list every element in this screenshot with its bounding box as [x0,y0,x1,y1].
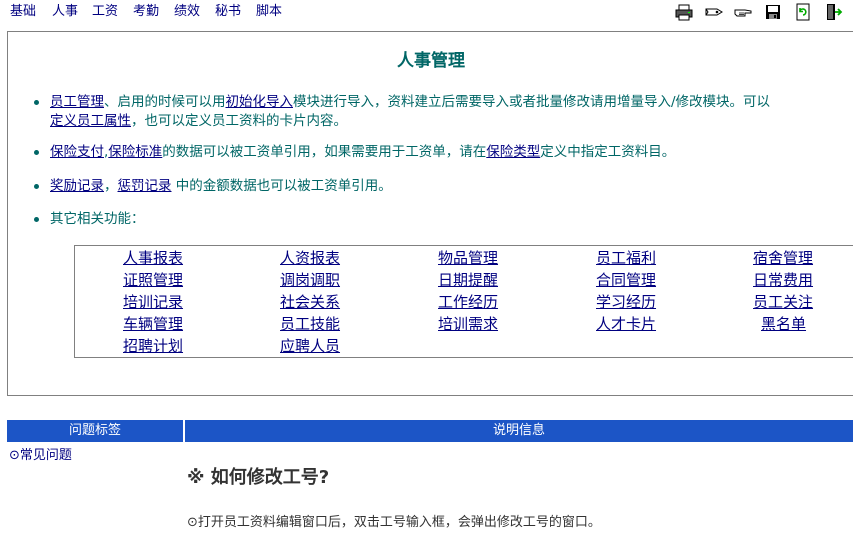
question-tag-header: 问题标签 [68,423,121,438]
bullet-2-text-b: 的数据可以被工资单引用，如果需要用于工资单，请在 [162,144,487,160]
function-link[interactable]: 员工技能 [280,313,340,335]
function-link[interactable]: 培训需求 [438,313,498,335]
related-functions-label: 其它相关功能： [50,211,145,227]
function-link[interactable]: 员工关注 [753,291,813,313]
insurance-type-link[interactable]: 保险类型 [486,144,540,160]
bullet-dot-icon [34,150,39,155]
define-employee-attributes-link[interactable]: 定义员工属性 [50,113,131,129]
page-title: 人事管理 [397,51,465,71]
function-link[interactable]: 宿舍管理 [753,247,813,269]
function-link[interactable]: 日期提醒 [438,269,498,291]
bullet-1-text-c: ，也可以定义员工资料的卡片内容。 [131,113,347,129]
function-link[interactable]: 人事报表 [123,247,183,269]
reward-record-link[interactable]: 奖励记录 [50,178,104,194]
initial-import-link[interactable]: 初始化导入 [226,94,294,110]
function-link[interactable]: 合同管理 [596,269,656,291]
function-link[interactable]: 黑名单 [761,313,806,335]
description-header: 说明信息 [492,423,545,438]
function-link[interactable]: 社会关系 [280,291,340,313]
hand-pointer-icon[interactable] [733,2,753,22]
personnel-management-panel: 人事管理 员工管理、启用的时候可以用初始化导入模块进行导入，资料建立后需要导入或… [7,31,853,396]
function-link[interactable]: 工作经历 [438,291,498,313]
menu-attendance[interactable]: 考勤 [133,3,159,21]
refresh-icon[interactable] [793,2,813,22]
related-functions-table: 人事报表 人资报表 物品管理 员工福利 宿舍管理 证照管理 调岗调职 日期提醒 … [74,245,853,358]
menu-script[interactable]: 脚本 [256,3,282,21]
bullet-1-text-b: 模块进行导入，资料建立后需要导入或者批量修改请用增量导入/修改模块。可以 [293,94,771,110]
function-link[interactable]: 调岗调职 [280,269,340,291]
function-link[interactable]: 人才卡片 [596,313,656,335]
bullet-3-text-b: 中的金额数据也可以被工资单引用。 [171,178,392,194]
faq-question-title: ※ 如何修改工号? [187,467,330,488]
insurance-payment-link[interactable]: 保险支付 [50,144,104,160]
function-link[interactable]: 应聘人员 [280,335,340,357]
faq-answer-text: ⊙打开员工资料编辑窗口后，双击工号输入框，会弹出修改工号的窗口。 [187,515,601,530]
insurance-standard-link[interactable]: 保险标准 [108,144,162,160]
function-link[interactable]: 车辆管理 [123,313,183,335]
faq-header-bar: 问题标签 说明信息 [7,420,853,442]
function-link[interactable]: 人资报表 [280,247,340,269]
bullet-2-text-c: 定义中指定工资料目。 [540,144,676,160]
bullet-dot-icon [34,100,39,105]
bullet-1-text-a: 、启用的时候可以用 [104,94,226,110]
menu-secretary[interactable]: 秘书 [215,3,241,21]
bullet-dot-icon [34,184,39,189]
function-link[interactable]: 培训记录 [123,291,183,313]
menu-performance[interactable]: 绩效 [174,3,200,21]
menu-basic[interactable]: 基础 [10,3,36,21]
function-link[interactable]: 员工福利 [596,247,656,269]
penalty-record-link[interactable]: 惩罚记录 [118,178,172,194]
bullet-dot-icon [34,217,39,222]
function-link[interactable]: 日常费用 [753,269,813,291]
function-link[interactable]: 物品管理 [438,247,498,269]
function-link[interactable]: 证照管理 [123,269,183,291]
bullet-3-text-a: ， [104,178,118,194]
tag-icon[interactable] [704,2,724,22]
menu-personnel[interactable]: 人事 [52,3,78,21]
exit-door-icon[interactable] [823,2,843,22]
faq-tag-item[interactable]: ⊙常见问题 [9,448,72,464]
menu-bar: 基础 人事 工资 考勤 绩效 秘书 脚本 [0,0,853,25]
menu-salary[interactable]: 工资 [92,3,118,21]
function-link[interactable]: 招聘计划 [123,335,183,357]
printer-icon[interactable] [674,2,694,22]
function-link[interactable]: 学习经历 [596,291,656,313]
employee-management-link[interactable]: 员工管理 [50,94,104,110]
save-disk-icon[interactable] [763,2,783,22]
